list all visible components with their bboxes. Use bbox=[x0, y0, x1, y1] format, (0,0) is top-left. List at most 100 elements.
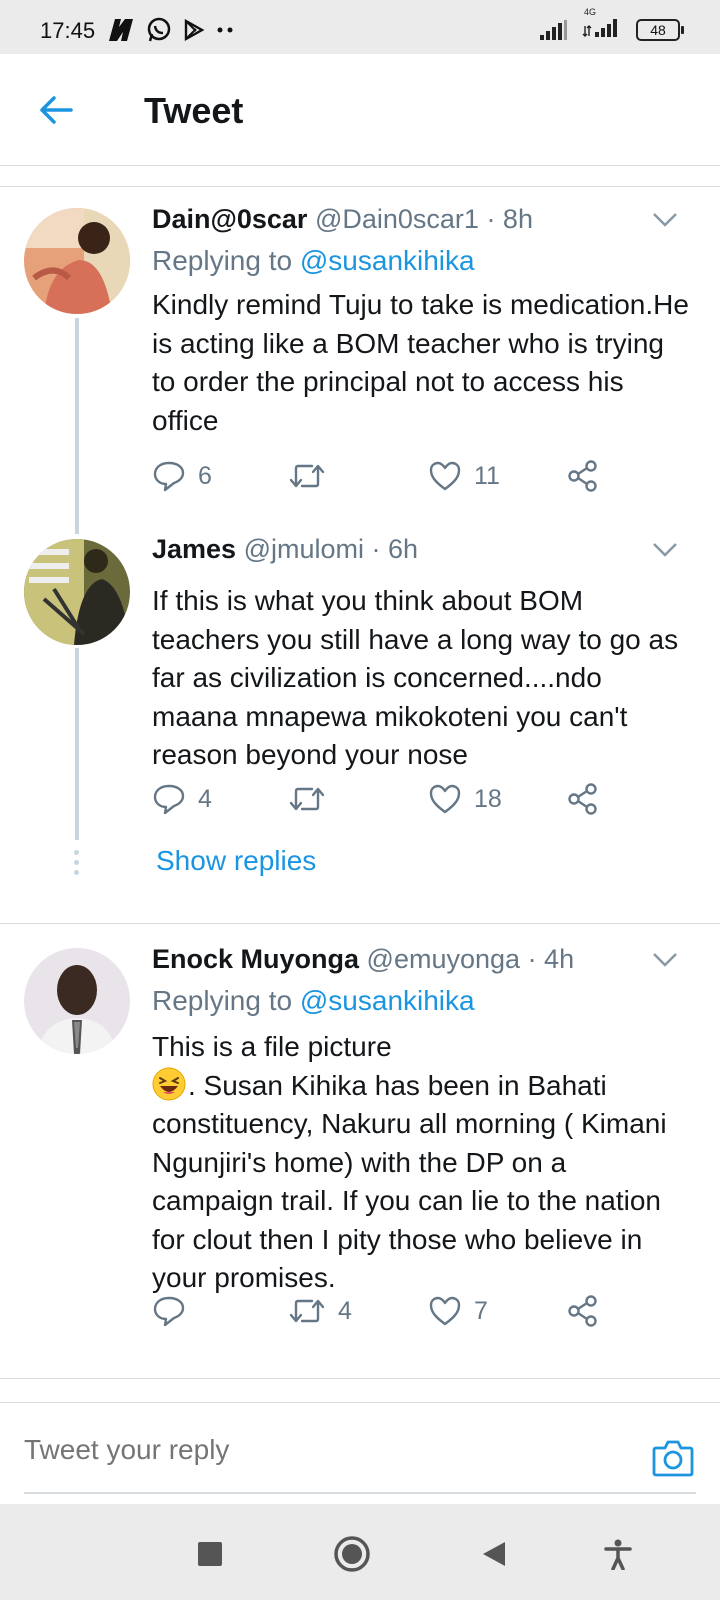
like-count: 11 bbox=[474, 461, 500, 490]
timestamp: · 8h bbox=[486, 204, 533, 234]
signal-icon bbox=[540, 19, 567, 40]
display-name[interactable]: James bbox=[152, 534, 236, 564]
retweet-button[interactable]: 4 bbox=[288, 1291, 352, 1331]
app-header: Tweet bbox=[0, 54, 720, 166]
chevron-down-icon[interactable] bbox=[652, 952, 678, 968]
reply-icon bbox=[153, 1296, 185, 1327]
tweet-header: Enock Muyonga @emuyonga · 4h bbox=[152, 944, 574, 975]
chevron-down-icon[interactable] bbox=[652, 542, 678, 558]
status-time: 17:45 bbox=[40, 18, 96, 43]
reply-button[interactable] bbox=[152, 1291, 198, 1331]
more-notifications-icon bbox=[217, 27, 233, 33]
show-replies-link[interactable]: Show replies bbox=[156, 845, 316, 877]
handle[interactable]: @Dain0scar1 bbox=[315, 204, 479, 234]
like-count: 7 bbox=[474, 1296, 488, 1325]
share-icon bbox=[568, 460, 597, 492]
replying-prefix: Replying to bbox=[152, 985, 293, 1016]
tweet-text: If this is what you think about BOM teac… bbox=[152, 585, 679, 770]
reply-button[interactable]: 4 bbox=[152, 779, 212, 819]
heart-icon bbox=[429, 1296, 461, 1326]
replying-to: Replying to @susankihika bbox=[152, 985, 475, 1017]
play-store-icon bbox=[184, 18, 205, 42]
tweet-text-rest: . Susan Kihika has been in Bahati consti… bbox=[152, 1069, 667, 1294]
timestamp: · 6h bbox=[371, 534, 419, 564]
share-button[interactable] bbox=[566, 456, 600, 496]
thread-line bbox=[75, 648, 79, 840]
reply-input[interactable] bbox=[24, 1434, 624, 1466]
notification-icons bbox=[106, 17, 236, 43]
divider bbox=[0, 923, 720, 924]
back-nav-button[interactable] bbox=[474, 1534, 514, 1574]
share-icon bbox=[568, 1295, 597, 1327]
system-icons: 4G 48 bbox=[538, 7, 684, 43]
reply-composer bbox=[0, 1402, 720, 1502]
reply-icon bbox=[153, 461, 185, 492]
retweet-icon bbox=[289, 787, 325, 811]
system-nav-bar bbox=[0, 1504, 720, 1600]
reply-icon bbox=[153, 784, 185, 815]
chevron-down-icon[interactable] bbox=[652, 212, 678, 228]
share-icon bbox=[568, 783, 597, 815]
like-button[interactable]: 7 bbox=[428, 1291, 488, 1331]
retweet-count: 4 bbox=[338, 1296, 352, 1325]
reply-count: 6 bbox=[198, 461, 212, 490]
tweet-actions: 4 7 bbox=[152, 1291, 612, 1331]
avatar[interactable] bbox=[24, 539, 130, 645]
avatar[interactable] bbox=[24, 948, 130, 1054]
page-title: Tweet bbox=[144, 90, 244, 131]
home-button[interactable] bbox=[332, 1534, 372, 1574]
reply-button[interactable]: 6 bbox=[152, 456, 212, 496]
thread-more-dots bbox=[74, 850, 80, 880]
mention-link[interactable]: @susankihika bbox=[300, 245, 475, 276]
avatar-image bbox=[24, 948, 130, 1054]
like-count: 18 bbox=[474, 784, 502, 813]
triangle-back-icon bbox=[483, 1542, 505, 1566]
thread-line bbox=[75, 318, 79, 534]
laughing-face-icon bbox=[152, 1067, 186, 1100]
replying-prefix: Replying to bbox=[152, 245, 293, 276]
status-bar: 17:45 4G 48 bbox=[0, 0, 720, 54]
accessibility-icon bbox=[604, 1539, 632, 1570]
retweet-button[interactable] bbox=[288, 456, 338, 496]
tweet-actions: 6 11 bbox=[152, 456, 612, 496]
tweet-text-line1: This is a file picture bbox=[152, 1031, 392, 1062]
retweet-icon bbox=[289, 1299, 325, 1323]
divider bbox=[0, 1378, 720, 1379]
back-arrow-icon bbox=[40, 96, 73, 124]
back-button[interactable] bbox=[34, 88, 78, 132]
avatar[interactable] bbox=[24, 208, 130, 314]
retweet-icon bbox=[289, 464, 325, 488]
reply-underline bbox=[24, 1492, 696, 1494]
display-name[interactable]: Dain@0scar bbox=[152, 204, 307, 234]
mention-link[interactable]: @susankihika bbox=[300, 985, 475, 1016]
display-name[interactable]: Enock Muyonga bbox=[152, 944, 359, 974]
home-circle-icon bbox=[334, 1536, 370, 1572]
share-button[interactable] bbox=[566, 779, 600, 819]
accessibility-button[interactable] bbox=[598, 1534, 638, 1574]
whatsapp-icon bbox=[147, 17, 171, 42]
replying-to: Replying to @susankihika bbox=[152, 245, 475, 277]
network-type-label: 4G bbox=[584, 7, 597, 17]
timestamp: · 4h bbox=[527, 944, 575, 974]
divider bbox=[0, 186, 720, 187]
handle[interactable]: @jmulomi bbox=[244, 534, 364, 564]
avatar-image bbox=[24, 208, 130, 314]
like-button[interactable]: 11 bbox=[428, 456, 500, 496]
handle[interactable]: @emuyonga bbox=[367, 944, 521, 974]
heart-icon bbox=[429, 461, 461, 491]
tweet-text: This is a file picture . Susan Kihika ha… bbox=[152, 1028, 692, 1298]
avatar-image bbox=[24, 539, 130, 645]
camera-icon[interactable] bbox=[652, 1438, 694, 1478]
signal-4g-icon bbox=[582, 19, 617, 37]
like-button[interactable]: 18 bbox=[428, 779, 502, 819]
tweet-actions: 4 18 bbox=[152, 779, 612, 819]
signal-4g-group: 4G bbox=[582, 7, 622, 43]
netflix-icon bbox=[109, 19, 133, 41]
tweet-header: James @jmulomi · 6h bbox=[152, 534, 418, 565]
recents-button[interactable] bbox=[190, 1534, 230, 1574]
share-button[interactable] bbox=[566, 1291, 600, 1331]
retweet-button[interactable] bbox=[288, 779, 338, 819]
tweet-header: Dain@0scar @Dain0scar1 · 8h bbox=[152, 204, 533, 235]
square-icon bbox=[198, 1542, 222, 1566]
battery-indicator: 48 bbox=[636, 18, 684, 41]
